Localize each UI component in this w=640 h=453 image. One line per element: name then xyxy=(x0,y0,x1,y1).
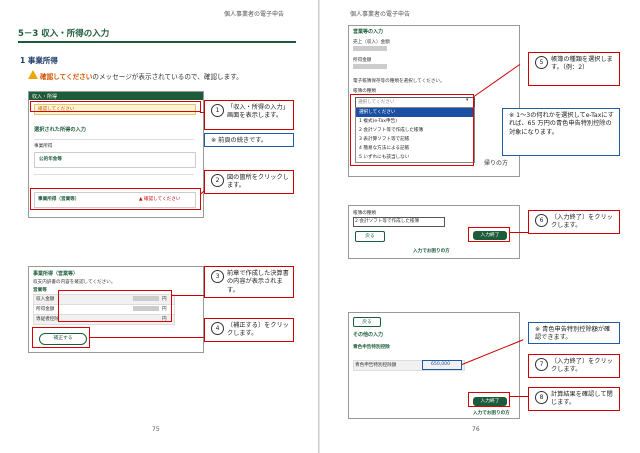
note-deduction: ※ 1～3の何れかを選択してe-Taxにすれば、65 万円の青色申告特別控除の対… xyxy=(502,108,620,156)
section-label: 青色申告特別控除 xyxy=(353,345,390,350)
leader-line xyxy=(510,396,528,397)
row-label: 所得金額 xyxy=(36,307,55,312)
field-label: 売上（収入）金額 xyxy=(353,40,390,45)
row-label: 収入金額 xyxy=(36,297,55,302)
subsection-title: 1 事業所得 xyxy=(20,56,58,65)
divider xyxy=(34,174,194,175)
page-number: 75 xyxy=(152,426,160,433)
divider xyxy=(34,139,194,140)
running-head: 個人事業者の電子申告 xyxy=(350,11,411,18)
row-label: 青色申告特別控除額 xyxy=(355,363,397,368)
screen-title: その他の入力 xyxy=(353,332,384,338)
callout-8: 8 計算結果を確認して閉じます。 xyxy=(528,387,620,411)
callout-4: 4 〔補正する〕をクリックします。 xyxy=(204,318,294,342)
highlight-box xyxy=(468,392,510,407)
help-link[interactable]: 入力でお困りの方 xyxy=(413,248,450,254)
field-label: 所得金額 xyxy=(353,58,372,63)
masked-value xyxy=(353,64,387,69)
callout-2: 2 図の箇所をクリックします。 xyxy=(204,170,294,194)
screen-caption: 収支内訳書の内容を確認してください。 xyxy=(33,280,116,285)
screen-heading: 選択された所得の入力 xyxy=(34,127,86,133)
leader-line xyxy=(510,232,528,233)
help-text: 帰りの方 xyxy=(484,160,509,167)
row-label: 公的年金等 xyxy=(39,157,62,162)
screen-bar: 収入・所得 xyxy=(29,92,203,100)
leader-line xyxy=(172,295,205,296)
book-spread: 個人事業者の電子申告 5－3 収入・所得の入力 1 事業所得 確認してくださいの… xyxy=(0,0,640,453)
screen-title: 営業等の入力 xyxy=(353,29,384,35)
highlight-box xyxy=(422,360,462,370)
leader-line xyxy=(90,337,205,338)
callout-1: 1 「収入・所得の入力」画面を表示します。 xyxy=(204,100,294,130)
highlight-box xyxy=(30,188,201,210)
highlight-box xyxy=(350,94,474,166)
left-page: 個人事業者の電子申告 5－3 収入・所得の入力 1 事業所得 確認してくださいの… xyxy=(0,0,320,453)
field-label: 帳簿の種類 xyxy=(353,211,376,216)
highlight-box xyxy=(30,101,201,112)
back-button[interactable]: 戻る xyxy=(355,231,385,242)
running-head: 個人事業者の電子申告 xyxy=(224,11,285,18)
help-link[interactable]: 入力でお困りの方 xyxy=(473,410,510,416)
right-page: 個人事業者の電子申告 営業等の入力 売上（収入）金額 所得金額 電子帳簿保存等の… xyxy=(320,0,640,453)
back-button[interactable]: 戻る xyxy=(353,317,381,327)
note-deduction-amount: ※ 青色申告特別控除額が確認できます。 xyxy=(528,322,620,344)
select-value: 2 会計ソフト等で作成した帳簿 xyxy=(355,219,420,224)
row-label: 専従者控除 xyxy=(36,317,59,322)
masked-value xyxy=(353,46,387,51)
section-title: 5－3 収入・所得の入力 xyxy=(18,27,296,43)
callout-6: 6 〔入力終了〕をクリックします。 xyxy=(528,210,620,234)
callout-3: 3 前章で作成した決算書の内容が表示されます。 xyxy=(204,266,294,298)
warning-instruction: 確認してくださいのメッセージが表示されているので、確認します。 xyxy=(40,73,243,81)
callout-5: 5 帳簿の種類を選択します。（例：2） xyxy=(528,52,620,86)
highlight-box xyxy=(468,227,510,242)
leader-line xyxy=(200,112,205,113)
callout-7: 7 〔入力終了〕をクリックします。 xyxy=(528,354,620,378)
screen-title: 事業所得（営業等） xyxy=(33,271,79,277)
highlight-box xyxy=(58,290,172,322)
highlight-box xyxy=(32,327,90,348)
row-label: 事業所得 xyxy=(34,144,53,149)
screen-sub: 営業等 xyxy=(33,288,47,293)
note-continue: ※ 前頁の続きです。 xyxy=(204,133,294,147)
field-label: 電子帳簿保存等の種類を選択してください。 xyxy=(353,79,445,84)
page-number: 76 xyxy=(472,426,480,433)
warning-icon xyxy=(28,70,38,79)
